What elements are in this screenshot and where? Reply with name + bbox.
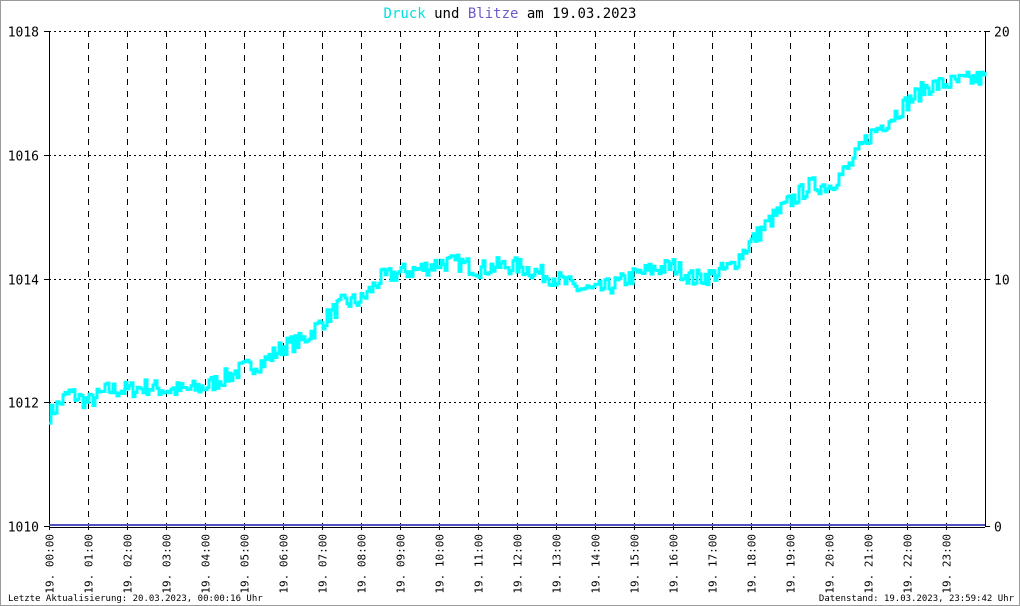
x-tick-label: 19. 16:00 [668, 534, 681, 594]
x-tick-label: 19. 07:00 [317, 534, 330, 594]
x-tick-label: 19. 18:00 [746, 534, 759, 594]
left-tick-label: 1010 [8, 521, 39, 536]
x-tick-label: 19. 23:00 [941, 534, 954, 594]
title-und: und [426, 6, 468, 22]
left-tick-label: 1016 [8, 150, 39, 165]
title-druck: Druck [384, 6, 427, 22]
x-tick-label: 19. 06:00 [278, 534, 291, 594]
axes: 1010 1012 1014 1016 1018 0 10 20 19. 00:00 19. 01… [8, 26, 1010, 594]
x-tick-label: 19. 14:00 [590, 534, 603, 594]
x-tick-label: 19. 21:00 [863, 534, 876, 594]
x-tick-label: 19. 01:00 [83, 534, 96, 594]
x-tick-label: 19. 13:00 [551, 534, 564, 594]
x-tick-label: 19. 12:00 [512, 534, 525, 594]
data-state-text: Datenstand: 19.03.2023, 23:59:42 Uhr [819, 594, 1015, 604]
chart-title: Druck und Blitze am 19.03.2023 [384, 6, 637, 22]
title-date: am 19.03.2023 [518, 6, 636, 22]
x-tick-label: 19. 20:00 [824, 534, 837, 594]
x-tick-label: 19. 05:00 [239, 534, 252, 594]
x-tick-label: 19. 00:00 [44, 534, 57, 594]
left-tick-label: 1014 [8, 274, 39, 289]
right-tick-label: 10 [994, 274, 1010, 289]
x-tick-label: 19. 22:00 [902, 534, 915, 594]
x-tick-label: 19. 03:00 [161, 534, 174, 594]
x-tick-label: 19. 17:00 [707, 534, 720, 594]
x-tick-label: 19. 19:00 [785, 534, 798, 594]
right-tick-label: 20 [994, 26, 1010, 41]
x-tick-label: 19. 11:00 [473, 534, 486, 594]
last-update-text: Letzte Aktualisierung: 20.03.2023, 00:00… [8, 594, 263, 604]
x-tick-label: 19. 08:00 [356, 534, 369, 594]
x-tick-label: 19. 02:00 [122, 534, 135, 594]
right-tick-label: 0 [994, 521, 1002, 536]
left-tick-label: 1018 [8, 26, 39, 41]
left-tick-label: 1012 [8, 397, 39, 412]
pressure-lightning-chart: Druck und Blitze am 19.03.2023 101010121… [8, 6, 1015, 604]
grid [49, 31, 985, 526]
x-tick-label: 19. 09:00 [395, 534, 408, 594]
x-tick-label: 19. 15:00 [629, 534, 642, 594]
x-tick-label: 19. 04:00 [200, 534, 213, 594]
title-blitze: Blitze [468, 6, 519, 22]
x-tick-label: 19. 10:00 [434, 534, 447, 594]
